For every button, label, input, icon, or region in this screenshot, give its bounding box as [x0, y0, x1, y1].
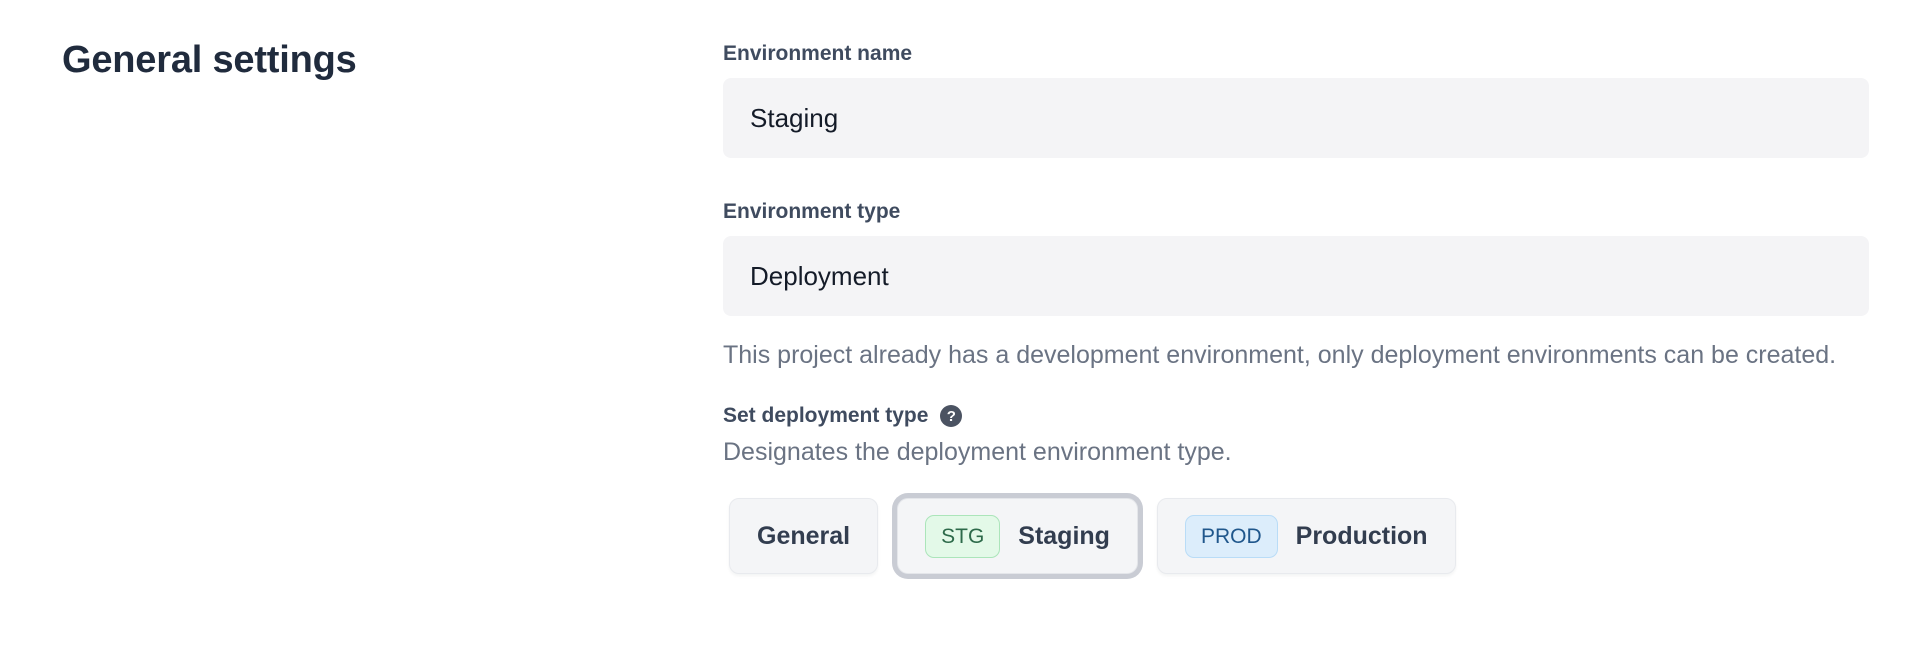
environment-type-input[interactable] [723, 236, 1869, 316]
environment-name-input[interactable] [723, 78, 1869, 158]
question-mark-icon[interactable]: ? [940, 405, 962, 427]
settings-section-header: General settings [62, 40, 723, 652]
field-environment-name: Environment name [723, 40, 1869, 158]
general-button-label: General [757, 522, 850, 551]
page-title: General settings [62, 40, 723, 80]
staging-button-label: Staging [1018, 522, 1110, 551]
environment-type-label: Environment type [723, 198, 1869, 226]
deployment-type-options: General STG Staging PROD Production [723, 492, 1869, 580]
field-environment-type: Environment type This project already ha… [723, 198, 1869, 374]
deployment-type-staging-button[interactable]: STG Staging [897, 498, 1138, 574]
production-badge: PROD [1185, 515, 1278, 558]
deployment-type-label-row: Set deployment type ? [723, 402, 1869, 430]
deployment-type-production-button[interactable]: PROD Production [1157, 498, 1456, 574]
field-deployment-type: Set deployment type ? Designates the dep… [723, 402, 1869, 580]
environment-settings-page: General settings Environment name Enviro… [0, 0, 1916, 652]
environment-type-help-text: This project already has a development e… [723, 336, 1869, 374]
settings-form: Environment name Environment type This p… [723, 40, 1869, 652]
deployment-type-general-button[interactable]: General [729, 498, 878, 574]
environment-name-label: Environment name [723, 40, 1869, 68]
staging-badge: STG [925, 515, 1000, 558]
deployment-type-label: Set deployment type [723, 402, 928, 430]
production-button-label: Production [1296, 522, 1428, 551]
deployment-type-description: Designates the deployment environment ty… [723, 436, 1869, 468]
